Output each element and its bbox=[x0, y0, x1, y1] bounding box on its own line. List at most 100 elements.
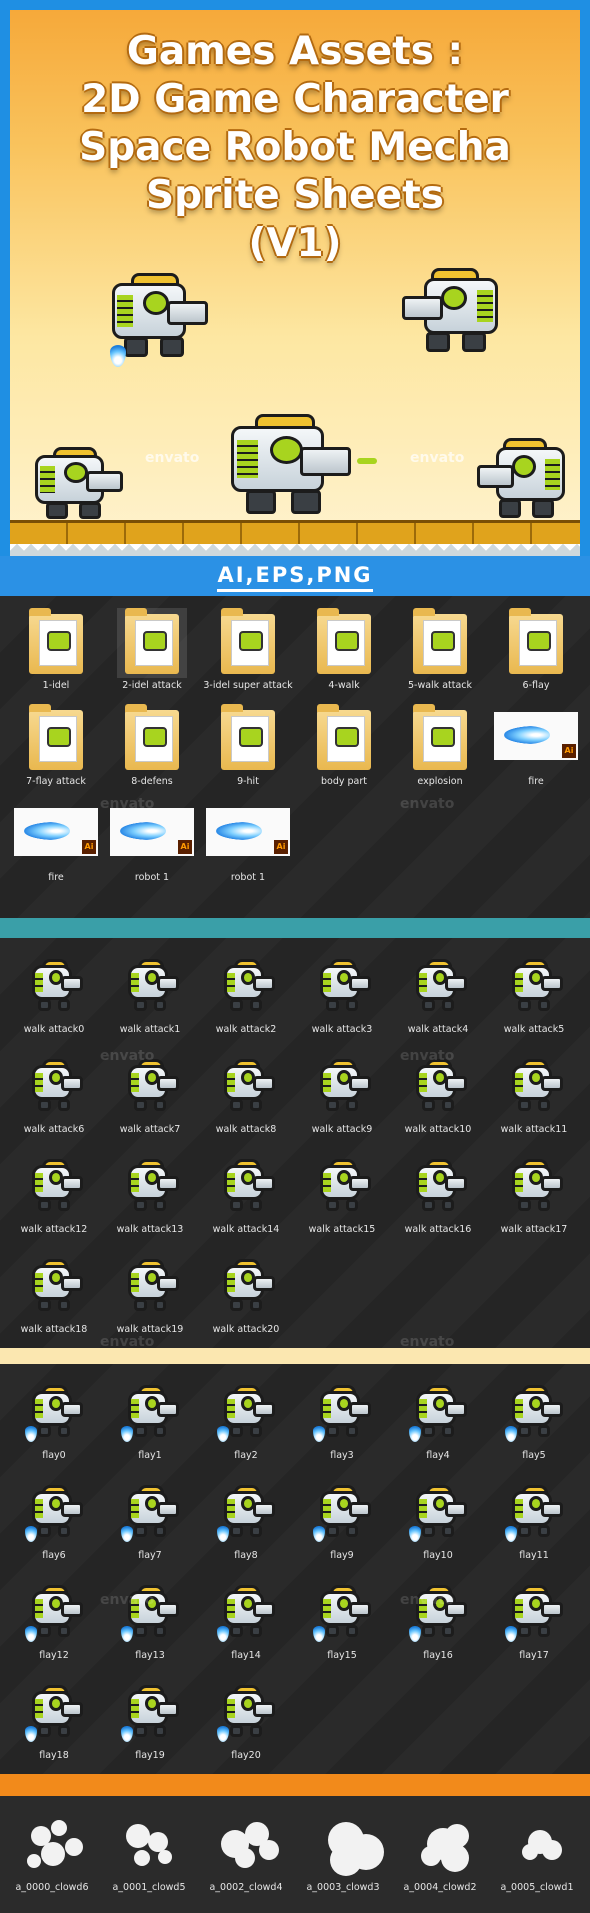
robot-sprite bbox=[407, 1154, 471, 1216]
file-item[interactable]: walk attack1 bbox=[104, 952, 196, 1036]
file-item[interactable]: walk attack18 bbox=[8, 1252, 100, 1336]
folder-icon bbox=[213, 704, 283, 774]
file-item-label: walk attack14 bbox=[212, 1224, 280, 1235]
file-item[interactable]: a_0001_clowd5 bbox=[103, 1810, 195, 1894]
file-item[interactable]: walk attack20 bbox=[200, 1252, 292, 1336]
file-item[interactable]: 7-flay attack bbox=[10, 704, 102, 788]
file-item-label: walk attack1 bbox=[119, 1024, 181, 1035]
file-item[interactable]: a_0005_clowd1 bbox=[491, 1810, 583, 1894]
file-item[interactable]: flay11 bbox=[488, 1478, 580, 1562]
file-item[interactable]: walk attack2 bbox=[200, 952, 292, 1036]
hero-title: Games Assets : 2D Game Character Space R… bbox=[0, 28, 590, 268]
watermark: envato bbox=[145, 450, 200, 466]
file-item[interactable]: walk attack12 bbox=[8, 1152, 100, 1236]
file-item-label: flay10 bbox=[423, 1550, 453, 1561]
file-item[interactable]: 8-defens bbox=[106, 704, 198, 788]
file-item[interactable]: walk attack8 bbox=[200, 1052, 292, 1136]
file-item[interactable]: 9-hit bbox=[202, 704, 294, 788]
file-item[interactable]: 1-idel bbox=[10, 608, 102, 692]
file-item-label: robot 1 bbox=[230, 872, 266, 883]
robot-sprite-thumbnail bbox=[211, 1478, 281, 1548]
file-item[interactable]: flay20 bbox=[200, 1678, 292, 1762]
file-item[interactable]: flay7 bbox=[104, 1478, 196, 1562]
file-item[interactable]: walk attack15 bbox=[296, 1152, 388, 1236]
robot-sprite bbox=[311, 1154, 375, 1216]
file-item[interactable]: walk attack9 bbox=[296, 1052, 388, 1136]
file-item[interactable]: Ai fire bbox=[10, 800, 102, 884]
robot-sprite-thumbnail bbox=[307, 1478, 377, 1548]
file-item[interactable]: 2-idel attack bbox=[106, 608, 198, 692]
file-item-label: flay11 bbox=[519, 1550, 549, 1561]
watermark: envato bbox=[100, 796, 155, 812]
file-item-label: flay4 bbox=[426, 1450, 450, 1461]
robot-sprite-thumbnail bbox=[499, 1478, 569, 1548]
file-item[interactable]: 6-flay bbox=[490, 608, 582, 692]
file-item-label: flay9 bbox=[330, 1550, 354, 1561]
file-item[interactable]: a_0000_clowd6 bbox=[6, 1810, 98, 1894]
file-item[interactable]: flay4 bbox=[392, 1378, 484, 1462]
file-item[interactable]: flay19 bbox=[104, 1678, 196, 1762]
file-item[interactable]: flay13 bbox=[104, 1578, 196, 1662]
file-item[interactable]: flay16 bbox=[392, 1578, 484, 1662]
file-item[interactable]: flay14 bbox=[200, 1578, 292, 1662]
file-item[interactable]: flay9 bbox=[296, 1478, 388, 1562]
robot-sprite-thumbnail bbox=[115, 952, 185, 1022]
watermark: envato bbox=[100, 1048, 155, 1064]
file-item[interactable]: walk attack16 bbox=[392, 1152, 484, 1236]
file-item[interactable]: flay5 bbox=[488, 1378, 580, 1462]
file-item[interactable]: walk attack13 bbox=[104, 1152, 196, 1236]
file-item[interactable]: a_0002_clowd4 bbox=[200, 1810, 292, 1894]
file-item[interactable]: flay6 bbox=[8, 1478, 100, 1562]
robot-sprite-flying-right bbox=[395, 260, 515, 360]
file-item[interactable]: flay10 bbox=[392, 1478, 484, 1562]
file-item-label: a_0005_clowd1 bbox=[500, 1882, 574, 1893]
file-item[interactable]: walk attack0 bbox=[8, 952, 100, 1036]
file-item[interactable]: a_0003_clowd3 bbox=[297, 1810, 389, 1894]
file-item[interactable]: walk attack4 bbox=[392, 952, 484, 1036]
file-item[interactable]: flay15 bbox=[296, 1578, 388, 1662]
file-item[interactable]: 4-walk bbox=[298, 608, 390, 692]
file-item[interactable]: 5-walk attack bbox=[394, 608, 486, 692]
robot-sprite-thumbnail bbox=[19, 1378, 89, 1448]
file-item[interactable]: walk attack6 bbox=[8, 1052, 100, 1136]
file-item[interactable]: walk attack19 bbox=[104, 1252, 196, 1336]
file-item-label: walk attack16 bbox=[404, 1224, 472, 1235]
file-item[interactable]: flay17 bbox=[488, 1578, 580, 1662]
file-item[interactable]: explosion bbox=[394, 704, 486, 788]
formats-label: AI,EPS,PNG bbox=[217, 561, 373, 592]
file-item[interactable]: walk attack14 bbox=[200, 1152, 292, 1236]
robot-sprite-thumbnail bbox=[211, 1052, 281, 1122]
file-item[interactable]: flay2 bbox=[200, 1378, 292, 1462]
file-item[interactable]: walk attack5 bbox=[488, 952, 580, 1036]
watermark: envato bbox=[100, 1592, 155, 1608]
file-item-label: walk attack0 bbox=[23, 1024, 85, 1035]
file-item[interactable]: body part bbox=[298, 704, 390, 788]
file-item[interactable]: Ai robot 1 bbox=[202, 800, 294, 884]
walk-attack-panel: walk attack0 walk attack1 walk attack2 walk… bbox=[0, 938, 590, 1350]
file-item[interactable]: flay1 bbox=[104, 1378, 196, 1462]
robot-sprite bbox=[215, 1154, 279, 1216]
robot-sprite-thumbnail bbox=[19, 1478, 89, 1548]
file-item[interactable]: walk attack10 bbox=[392, 1052, 484, 1136]
folder-icon bbox=[21, 704, 91, 774]
file-item[interactable]: Ai fire bbox=[490, 704, 582, 788]
file-item-label: a_0001_clowd5 bbox=[112, 1882, 186, 1893]
file-item[interactable]: 3-idel super attack bbox=[202, 608, 294, 692]
robot-sprite bbox=[311, 954, 375, 1016]
robot-sprite bbox=[215, 954, 279, 1016]
file-item[interactable]: flay8 bbox=[200, 1478, 292, 1562]
file-item[interactable]: a_0004_clowd2 bbox=[394, 1810, 486, 1894]
file-item[interactable]: flay0 bbox=[8, 1378, 100, 1462]
robot-sprite bbox=[503, 954, 567, 1016]
title-line: Space Robot Mecha bbox=[79, 125, 511, 170]
robot-sprite-thumbnail bbox=[19, 952, 89, 1022]
file-item[interactable]: walk attack11 bbox=[488, 1052, 580, 1136]
file-item[interactable]: Ai robot 1 bbox=[106, 800, 198, 884]
file-item-label: walk attack11 bbox=[500, 1124, 568, 1135]
file-item[interactable]: flay3 bbox=[296, 1378, 388, 1462]
file-item[interactable]: flay18 bbox=[8, 1678, 100, 1762]
file-item[interactable]: flay12 bbox=[8, 1578, 100, 1662]
file-item[interactable]: walk attack17 bbox=[488, 1152, 580, 1236]
file-item[interactable]: walk attack3 bbox=[296, 952, 388, 1036]
file-item[interactable]: walk attack7 bbox=[104, 1052, 196, 1136]
